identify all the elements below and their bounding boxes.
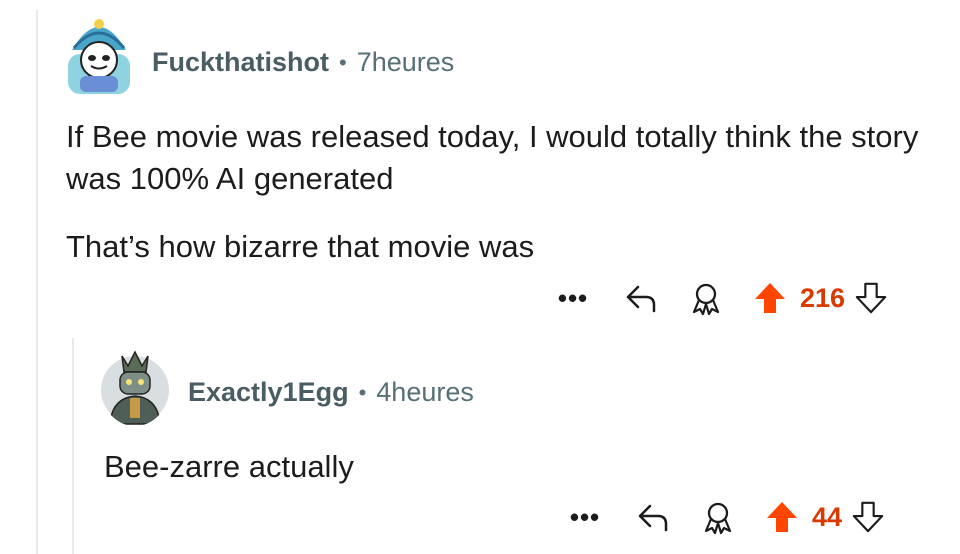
separator-dot: • bbox=[358, 379, 367, 405]
downvote-arrow-icon bbox=[855, 282, 887, 314]
vote-score: 216 bbox=[800, 282, 846, 313]
more-options-button[interactable]: ••• bbox=[560, 502, 610, 533]
comment-meta: Fuckthatishot • 7heures bbox=[152, 47, 454, 78]
reply-arrow-icon bbox=[638, 504, 668, 532]
reply-arrow-icon bbox=[626, 285, 656, 313]
reply-button[interactable] bbox=[614, 283, 668, 313]
username[interactable]: Exactly1Egg bbox=[188, 377, 349, 408]
comment-body: If Bee movie was released today, I would… bbox=[66, 116, 926, 268]
downvote-arrow-icon bbox=[852, 501, 884, 533]
upvote-button[interactable] bbox=[762, 499, 802, 535]
timestamp: 4heures bbox=[376, 377, 474, 407]
avatar[interactable] bbox=[100, 346, 170, 426]
award-button[interactable] bbox=[684, 280, 728, 316]
reply-paragraph: Bee-zarre actually bbox=[104, 449, 354, 484]
award-icon bbox=[692, 283, 720, 316]
comment-actions: ••• 216 bbox=[548, 278, 891, 318]
reply-thread-line bbox=[72, 338, 74, 554]
downvote-button[interactable] bbox=[848, 500, 888, 534]
reply-body: Bee-zarre actually bbox=[104, 446, 904, 488]
reply-button[interactable] bbox=[626, 502, 680, 532]
upvote-button[interactable] bbox=[750, 280, 790, 316]
upvote-arrow-icon bbox=[767, 502, 797, 532]
thread-line bbox=[36, 10, 38, 554]
more-options-button[interactable]: ••• bbox=[548, 283, 598, 314]
comment-paragraph: If Bee movie was released today, I would… bbox=[66, 119, 919, 196]
avatar-snoo-turban-icon bbox=[68, 19, 130, 94]
timestamp: 7heures bbox=[356, 47, 455, 77]
avatar[interactable] bbox=[62, 10, 136, 96]
reply-meta: Exactly1Egg • 4heures bbox=[188, 377, 474, 408]
avatar-armored-snoo-icon bbox=[101, 350, 169, 425]
reply-actions: ••• 44 bbox=[560, 497, 888, 537]
downvote-button[interactable] bbox=[851, 281, 891, 315]
award-button[interactable] bbox=[696, 499, 740, 535]
username[interactable]: Fuckthatishot bbox=[152, 47, 329, 78]
award-icon bbox=[704, 502, 732, 535]
upvote-arrow-icon bbox=[755, 283, 785, 313]
comment-paragraph: That’s how bizarre that movie was bbox=[66, 229, 535, 264]
separator-dot: • bbox=[339, 49, 347, 75]
vote-score: 44 bbox=[812, 501, 843, 532]
